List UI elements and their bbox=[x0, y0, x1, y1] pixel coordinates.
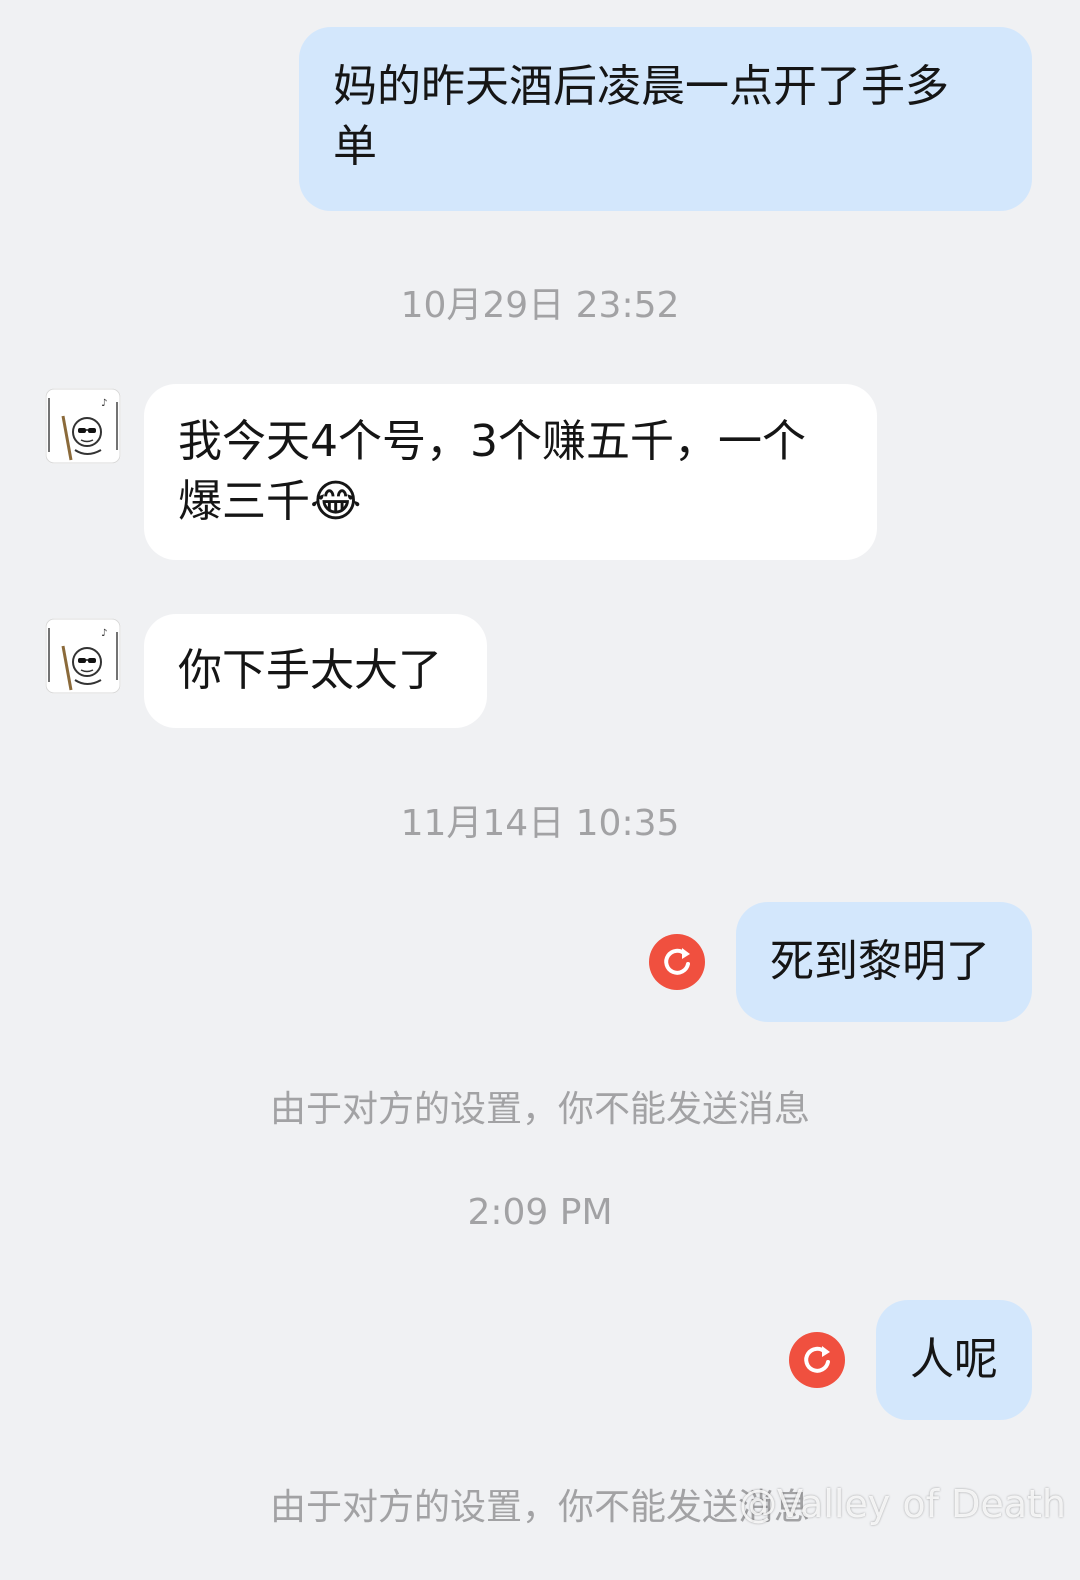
timestamp: 2:09 PM bbox=[467, 1192, 613, 1233]
timestamp: 10月29日 23:52 bbox=[400, 285, 680, 326]
message-text: 妈的昨天酒后凌晨一点开了手多单 bbox=[333, 61, 949, 172]
message-text: 人呢 bbox=[910, 1334, 998, 1385]
contact-avatar[interactable]: ♪ bbox=[45, 618, 121, 694]
svg-text:♪: ♪ bbox=[101, 398, 107, 409]
message-bubble-incoming[interactable]: 我今天4个号，3个赚五千，一个爆三千😂 bbox=[144, 384, 877, 560]
message-text: 死到黎明了 bbox=[770, 936, 990, 987]
message-bubble-outgoing[interactable]: 人呢 bbox=[876, 1300, 1032, 1420]
cartoon-avatar-icon: ♪ bbox=[45, 388, 121, 464]
message-bubble-outgoing[interactable]: 妈的昨天酒后凌晨一点开了手多单 bbox=[299, 27, 1032, 211]
cartoon-avatar-icon: ♪ bbox=[45, 618, 121, 694]
resend-icon bbox=[664, 948, 690, 975]
watermark: @Valley of Death bbox=[738, 1482, 1066, 1526]
system-notice: 由于对方的设置，你不能发送消息 bbox=[269, 1089, 810, 1130]
svg-text:♪: ♪ bbox=[101, 628, 107, 639]
resend-button[interactable] bbox=[649, 934, 705, 990]
resend-icon bbox=[804, 1346, 830, 1373]
message-bubble-incoming[interactable]: 你下手太大了 bbox=[144, 614, 487, 728]
message-text: 我今天4个号，3个赚五千，一个爆三千😂 bbox=[178, 416, 806, 527]
message-bubble-outgoing[interactable]: 死到黎明了 bbox=[736, 902, 1032, 1022]
contact-avatar[interactable]: ♪ bbox=[45, 388, 121, 464]
resend-button[interactable] bbox=[789, 1332, 845, 1388]
message-text: 你下手太大了 bbox=[178, 645, 442, 696]
timestamp: 11月14日 10:35 bbox=[400, 803, 680, 844]
